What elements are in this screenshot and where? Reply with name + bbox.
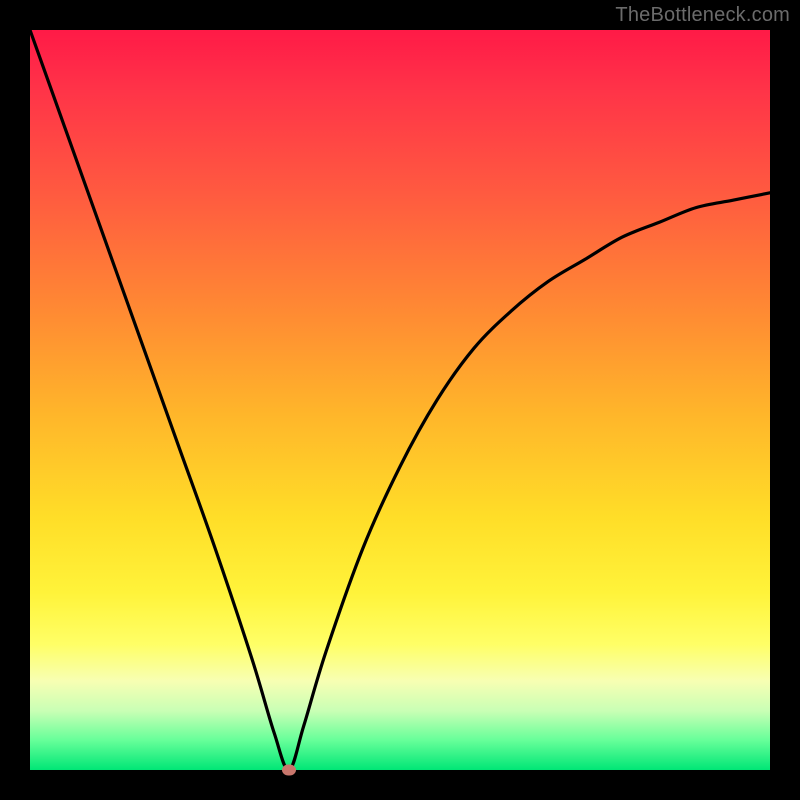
watermark-text: TheBottleneck.com xyxy=(615,4,790,27)
plot-area xyxy=(30,30,770,770)
chart-frame: TheBottleneck.com xyxy=(0,0,800,800)
bottleneck-curve xyxy=(30,30,770,770)
minimum-marker xyxy=(282,765,296,776)
